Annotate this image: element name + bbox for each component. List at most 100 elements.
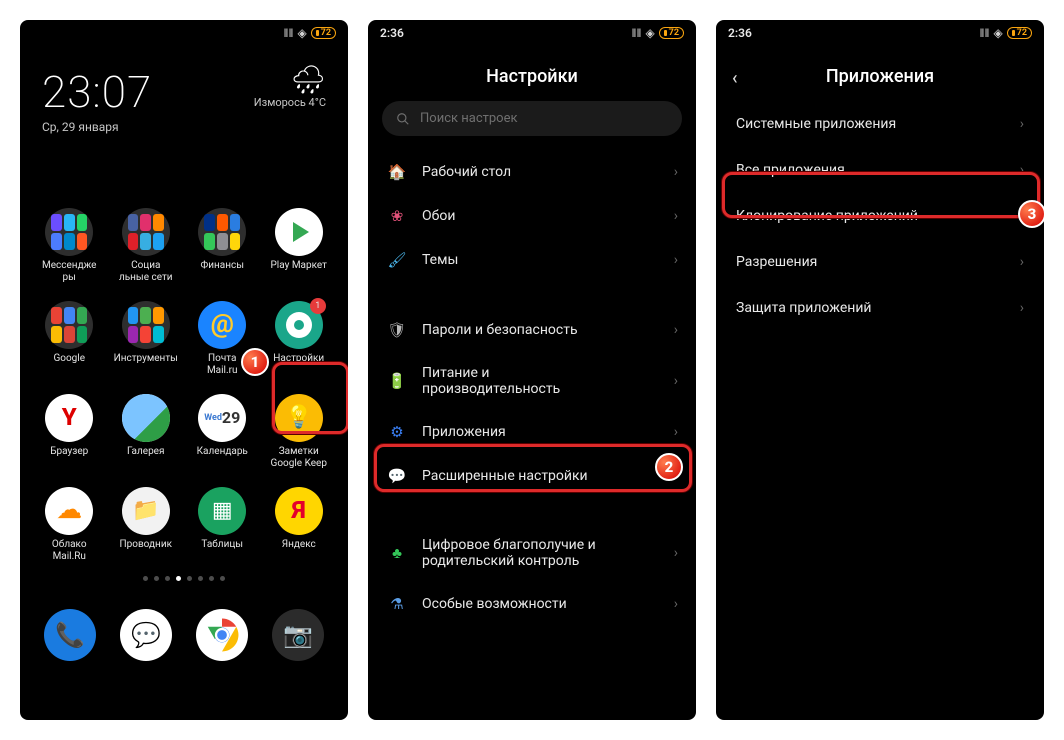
apps-row[interactable]: Клонирование приложений› — [716, 193, 1044, 239]
chevron-right-icon: › — [674, 596, 678, 612]
row-label: Разрешения — [736, 254, 817, 270]
dock — [20, 609, 348, 667]
row-label: Питание и производительность — [422, 365, 660, 397]
settings-screen: 2:36 ‖‖ ◈ 72 Настройки Поиск настроек 🏠Р… — [368, 20, 696, 720]
battery-icon: 72 — [1007, 27, 1032, 39]
play-store-icon — [275, 208, 323, 256]
status-time: 2:36 — [380, 26, 404, 40]
settings-row[interactable]: 🛡 Пароли и безопасность › — [368, 308, 696, 352]
settings-search[interactable]: Поиск настроек — [382, 101, 682, 136]
sheets-icon — [198, 487, 246, 535]
settings-row[interactable]: ❀ Обои › — [368, 194, 696, 238]
folder-google[interactable]: Google — [36, 301, 103, 376]
app-play-store[interactable]: Play Маркет — [266, 208, 333, 283]
home-screen: ‖‖ ◈ 72 23:07 Ср, 29 января 🌧 Изморось 4… — [20, 20, 348, 720]
row-icon: ⚗ — [386, 595, 408, 613]
search-placeholder: Поиск настроек — [420, 111, 518, 126]
clock-time: 23:07 — [42, 66, 152, 118]
apps-row[interactable]: Защита приложений› — [716, 285, 1044, 331]
settings-row[interactable]: ⚙Приложения› — [368, 410, 696, 454]
dock-camera[interactable] — [272, 609, 324, 661]
search-icon — [396, 112, 410, 126]
row-label: Обои — [422, 208, 660, 224]
clock-widget[interactable]: 23:07 Ср, 29 января — [42, 66, 152, 134]
apps-row[interactable]: Все приложения› — [716, 147, 1044, 193]
app-settings[interactable]: 1 Настройки — [266, 301, 333, 376]
folder-finance[interactable]: Финансы — [189, 208, 256, 283]
row-label: Системные приложения — [736, 116, 896, 132]
folder-tools[interactable]: Инструменты — [113, 301, 180, 376]
app-yandex-browser[interactable]: Браузер — [36, 394, 103, 469]
row-label: Цифровое благополучие и родительский кон… — [422, 537, 660, 569]
app-gallery[interactable]: Галерея — [113, 394, 180, 469]
chevron-right-icon: › — [674, 164, 678, 180]
chevron-right-icon: › — [1020, 300, 1024, 316]
app-yandex[interactable]: Яндекс — [266, 487, 333, 562]
app-cloud-mailru[interactable]: Облако Mail.Ru — [36, 487, 103, 562]
row-label: Клонирование приложений — [736, 208, 918, 224]
back-button[interactable]: ‹ — [732, 68, 738, 89]
weather-icon: 🌧 — [254, 66, 326, 94]
chevron-right-icon: › — [674, 373, 678, 389]
signal-icon: ‖‖ — [284, 26, 294, 40]
settings-row[interactable]: 🔋 Питание и производительность › — [368, 352, 696, 410]
dock-chrome[interactable] — [196, 609, 248, 661]
callout-bubble-1: 1 — [241, 348, 269, 376]
app-sheets[interactable]: Таблицы — [189, 487, 256, 562]
signal-icon: ‖‖ — [980, 26, 990, 40]
row-icon: 🖌 — [386, 251, 408, 269]
chevron-right-icon: › — [1020, 254, 1024, 270]
row-icon: ⚙ — [386, 423, 408, 441]
dock-messages[interactable] — [120, 609, 172, 661]
row-label: Рабочий стол — [422, 164, 660, 180]
battery-icon: 72 — [311, 27, 336, 39]
apps-row[interactable]: Разрешения › — [716, 239, 1044, 285]
folder-messengers[interactable]: Мессендже ры — [36, 208, 103, 283]
row-icon: 🛡 — [386, 321, 408, 339]
settings-row[interactable]: 🖌Темы› — [368, 238, 696, 282]
wifi-icon: ◈ — [993, 26, 1002, 40]
dock-phone[interactable] — [44, 609, 96, 661]
page-indicator[interactable] — [20, 576, 348, 581]
status-time: 2:36 — [728, 26, 752, 40]
row-label: Все приложения — [736, 162, 845, 178]
row-icon: 💬 — [386, 467, 408, 485]
yandex-browser-icon — [45, 394, 93, 442]
page-title: ‹ Приложения — [716, 46, 1044, 101]
row-label: Пароли и безопасность — [422, 322, 660, 338]
chevron-right-icon: › — [674, 208, 678, 224]
row-icon: ♣ — [386, 544, 408, 562]
row-icon: ❀ — [386, 207, 408, 225]
row-label: Приложения — [422, 424, 660, 440]
weather-label: Изморось 4°C — [254, 96, 326, 109]
row-label: Особые возможности — [422, 596, 660, 612]
calendar-icon: Wed29 — [198, 394, 246, 442]
weather-widget[interactable]: 🌧 Изморось 4°C — [254, 66, 326, 109]
app-keep[interactable]: Заметки Google Keep — [266, 394, 333, 469]
settings-row[interactable]: 💬Расширенные настройки› — [368, 454, 696, 498]
status-bar: ‖‖ ◈ 72 — [20, 20, 348, 46]
apps-row[interactable]: Системные приложения › — [716, 101, 1044, 147]
status-bar: 2:36 ‖‖ ◈ 72 — [716, 20, 1044, 46]
page-title: Настройки — [368, 46, 696, 101]
gear-icon: 1 — [275, 301, 323, 349]
chevron-right-icon: › — [674, 322, 678, 338]
keep-icon — [275, 394, 323, 442]
settings-row[interactable]: ⚗ Особые возможности › — [368, 582, 696, 626]
row-icon: 🔋 — [386, 372, 408, 390]
folder-icon — [122, 487, 170, 535]
status-bar: 2:36 ‖‖ ◈ 72 — [368, 20, 696, 46]
callout-bubble-2: 2 — [655, 453, 683, 481]
app-file-manager[interactable]: Проводник — [113, 487, 180, 562]
settings-badge: 1 — [310, 298, 326, 314]
clock-date: Ср, 29 января — [42, 120, 152, 134]
chevron-right-icon: › — [1020, 116, 1024, 132]
chevron-right-icon: › — [674, 545, 678, 561]
app-calendar[interactable]: Wed29 Календарь — [189, 394, 256, 469]
wifi-icon: ◈ — [645, 26, 654, 40]
gallery-icon — [122, 394, 170, 442]
row-label: Темы — [422, 252, 660, 268]
settings-row[interactable]: 🏠Рабочий стол› — [368, 150, 696, 194]
settings-row[interactable]: ♣ Цифровое благополучие и родительский ко… — [368, 524, 696, 582]
folder-social[interactable]: Социа льные сети — [113, 208, 180, 283]
